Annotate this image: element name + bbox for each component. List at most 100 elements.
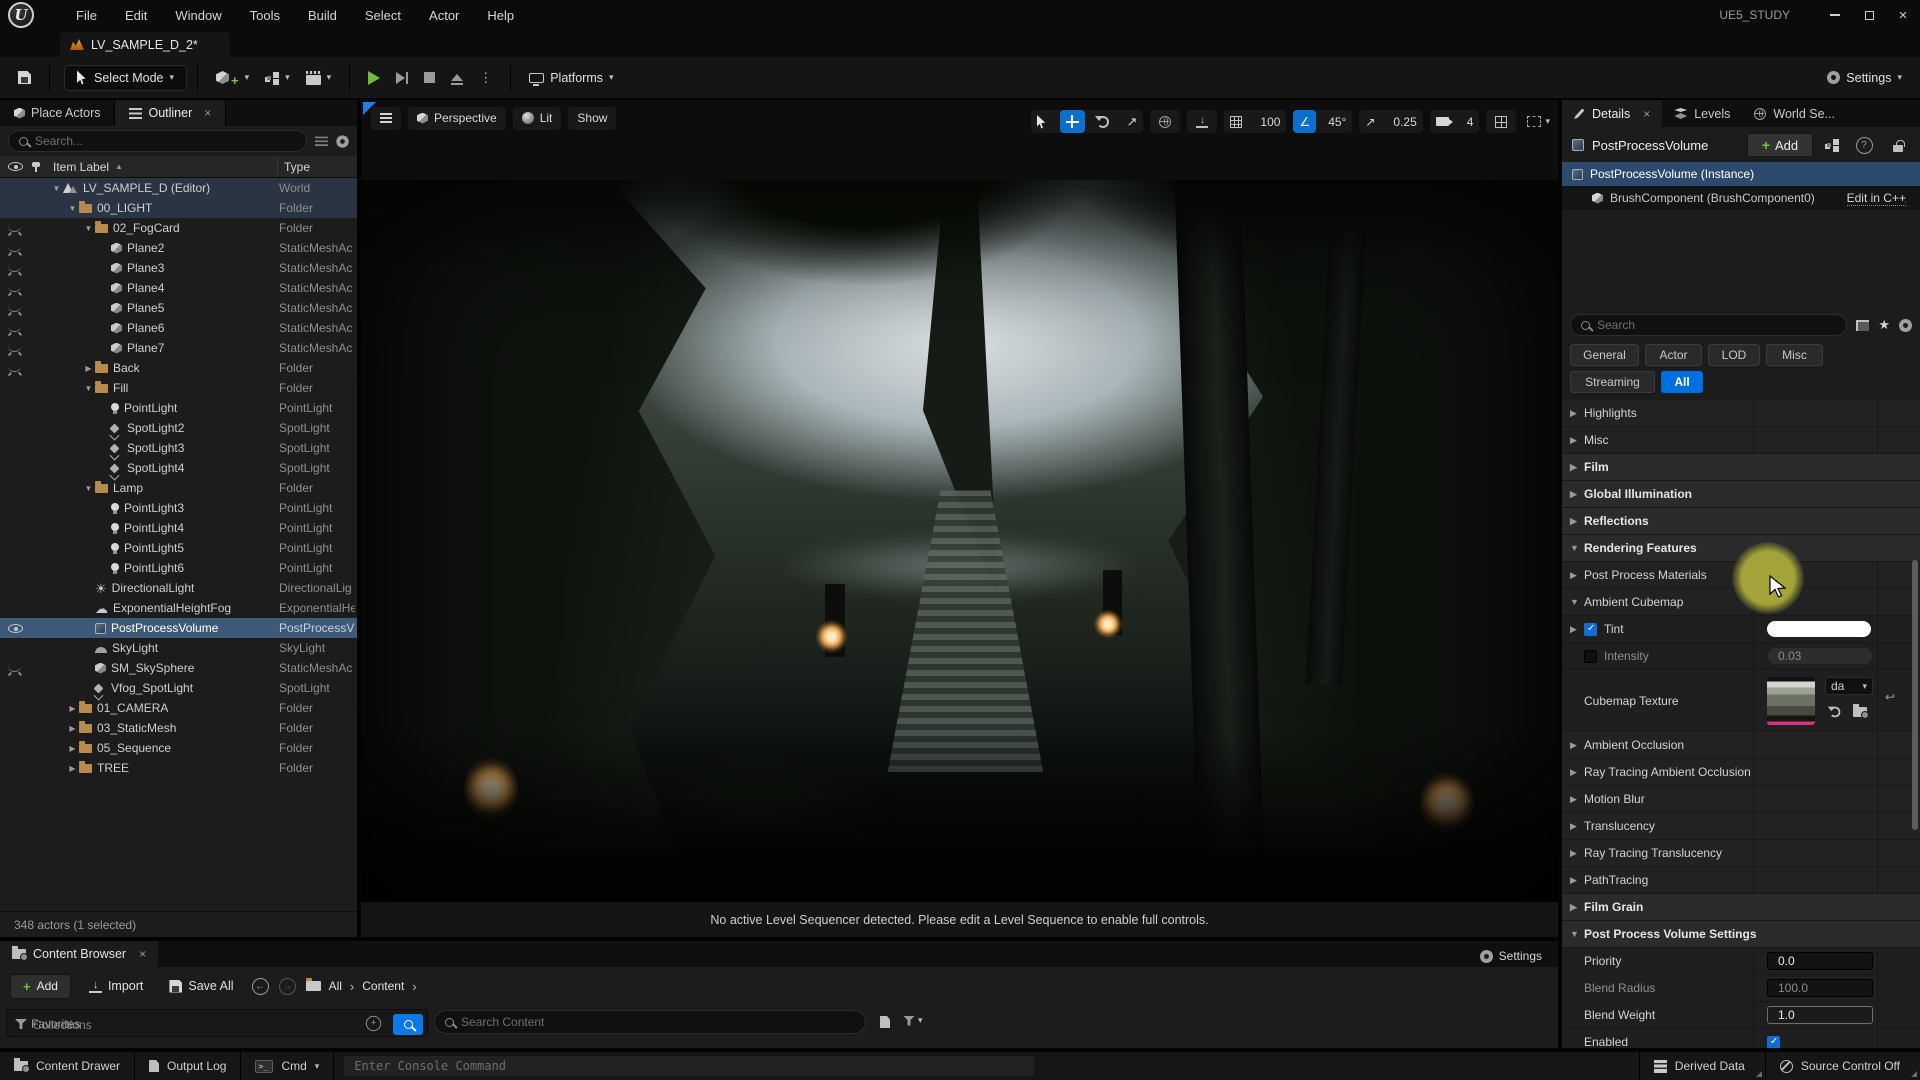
checkbox-checked[interactable] bbox=[1767, 1036, 1780, 1049]
outliner-row-pointlight5[interactable]: PointLight5PointLight bbox=[0, 538, 357, 558]
tab-place-actors[interactable]: Place Actors bbox=[0, 100, 115, 126]
outliner-row-spotlight3[interactable]: SpotLight3SpotLight bbox=[0, 438, 357, 458]
property-tint[interactable]: ▶Tint bbox=[1562, 616, 1920, 643]
section-reflections[interactable]: ▶Reflections bbox=[1562, 508, 1920, 535]
expander-icon[interactable]: ▼ bbox=[82, 484, 95, 493]
viewport-scene[interactable] bbox=[361, 180, 1558, 902]
menu-select[interactable]: Select bbox=[353, 4, 413, 27]
cb-add-button[interactable]: + Add bbox=[10, 974, 71, 999]
visibility-eye-closed-icon[interactable] bbox=[8, 305, 30, 312]
expander-icon[interactable]: ▶ bbox=[66, 744, 79, 753]
expander-icon[interactable]: ▶ bbox=[1570, 875, 1584, 886]
favorites-icon[interactable]: ★ bbox=[1878, 317, 1890, 333]
outliner-row-back[interactable]: ▶BackFolder bbox=[0, 358, 357, 378]
edit-in-cpp-link[interactable]: Edit in C++ bbox=[1847, 191, 1906, 206]
camera-speed-value[interactable]: 4 bbox=[1461, 110, 1480, 133]
lock-button[interactable] bbox=[1886, 135, 1910, 155]
cubemap-asset-dropdown[interactable]: da▾ bbox=[1825, 677, 1873, 695]
outliner-row-plane7[interactable]: Plane7StaticMeshAc bbox=[0, 338, 357, 358]
value-blend-weight[interactable]: 1.0 bbox=[1767, 1006, 1873, 1024]
outliner-row-plane4[interactable]: Plane4StaticMeshAc bbox=[0, 278, 357, 298]
expander-icon[interactable]: ▼ bbox=[82, 384, 95, 393]
value-priority[interactable]: 0.0 bbox=[1767, 952, 1873, 970]
details-search-input[interactable] bbox=[1597, 318, 1836, 332]
tab-world-settings[interactable]: World Se... bbox=[1742, 100, 1847, 127]
section-translucency[interactable]: ▶Translucency bbox=[1562, 813, 1920, 840]
sources-search-button[interactable] bbox=[393, 1014, 423, 1035]
checkbox-checked[interactable] bbox=[1584, 623, 1597, 636]
outliner-row-03-staticmesh[interactable]: ▶03_StaticMeshFolder bbox=[0, 718, 357, 738]
use-selected-asset-button[interactable] bbox=[1825, 703, 1845, 721]
play-button[interactable] bbox=[360, 66, 388, 90]
visibility-eye-icon[interactable] bbox=[8, 624, 30, 633]
close-icon[interactable]: × bbox=[1643, 107, 1650, 121]
outliner-row-sm-skysphere[interactable]: SM_SkySphereStaticMeshAc bbox=[0, 658, 357, 678]
outliner-search-box[interactable] bbox=[8, 130, 307, 152]
outliner-row-pointlight4[interactable]: PointLight4PointLight bbox=[0, 518, 357, 538]
outliner-filter-icon[interactable] bbox=[315, 136, 328, 147]
outliner-row-pointlight3[interactable]: PointLight3PointLight bbox=[0, 498, 357, 518]
section-film-grain[interactable]: ▶Film Grain bbox=[1562, 894, 1920, 921]
value-blend-radius[interactable]: 100.0 bbox=[1767, 979, 1873, 997]
outliner-row-directionallight[interactable]: ☀DirectionalLightDirectionalLig bbox=[0, 578, 357, 598]
expander-icon[interactable]: ▶ bbox=[1570, 570, 1584, 581]
select-mode-dropdown[interactable]: Select Mode ▾ bbox=[64, 65, 187, 91]
cinematics-button[interactable]: ▾ bbox=[298, 66, 340, 90]
save-all-button[interactable]: Save All bbox=[161, 974, 241, 998]
viewport-layout-button[interactable] bbox=[1486, 110, 1516, 133]
item-label-column[interactable]: Item Label bbox=[53, 160, 109, 174]
content-search-input[interactable] bbox=[461, 1015, 855, 1029]
outliner-row-exponentialheightfog[interactable]: ☁ExponentialHeightFogExponentialHe bbox=[0, 598, 357, 618]
help-button[interactable]: ? bbox=[1852, 135, 1876, 155]
outliner-row-lamp[interactable]: ▼LampFolder bbox=[0, 478, 357, 498]
close-icon[interactable]: × bbox=[139, 947, 146, 961]
outliner-row-plane6[interactable]: Plane6StaticMeshAc bbox=[0, 318, 357, 338]
section-motion-blur[interactable]: ▶Motion Blur bbox=[1562, 786, 1920, 813]
visibility-eye-closed-icon[interactable] bbox=[8, 365, 30, 372]
expander-icon[interactable]: ▶ bbox=[1570, 848, 1584, 859]
expander-icon[interactable]: ▼ bbox=[1570, 543, 1584, 553]
skip-button[interactable] bbox=[388, 67, 416, 89]
tab-levels[interactable]: Levels bbox=[1662, 100, 1742, 127]
rotation-snap-value[interactable]: 45° bbox=[1322, 110, 1352, 133]
convert-to-blueprint-button[interactable] bbox=[1820, 135, 1844, 155]
outliner-row-01-camera[interactable]: ▶01_CAMERAFolder bbox=[0, 698, 357, 718]
expander-icon[interactable]: ▼ bbox=[1570, 597, 1584, 607]
section-ray-tracing-translucency[interactable]: ▶Ray Tracing Translucency bbox=[1562, 840, 1920, 867]
property-intensity[interactable]: Intensity0.03 bbox=[1562, 643, 1920, 670]
filter-chip-actor[interactable]: Actor bbox=[1645, 344, 1702, 366]
property-blend-radius[interactable]: Blend Radius100.0 bbox=[1562, 975, 1920, 1002]
section-pathtracing[interactable]: ▶PathTracing bbox=[1562, 867, 1920, 894]
forward-button[interactable]: → bbox=[279, 978, 296, 995]
expander-icon[interactable]: ▶ bbox=[66, 764, 79, 773]
visibility-eye-closed-icon[interactable] bbox=[8, 265, 30, 272]
unreal-logo-icon[interactable]: U bbox=[8, 2, 34, 28]
close-button[interactable]: × bbox=[1886, 0, 1920, 30]
outliner-row-plane5[interactable]: Plane5StaticMeshAc bbox=[0, 298, 357, 318]
outliner-row-skylight[interactable]: SkyLightSkyLight bbox=[0, 638, 357, 658]
select-tool-button[interactable] bbox=[1031, 110, 1054, 133]
details-settings-icon[interactable] bbox=[1899, 319, 1912, 332]
expander-icon[interactable]: ▼ bbox=[50, 184, 63, 193]
save-button[interactable] bbox=[10, 66, 39, 89]
blueprints-button[interactable]: ▾ bbox=[257, 67, 298, 89]
expander-icon[interactable]: ▶ bbox=[1570, 821, 1584, 832]
visibility-eye-closed-icon[interactable] bbox=[8, 285, 30, 292]
rotation-snap-button[interactable]: ∠ bbox=[1293, 110, 1316, 133]
outliner-search-input[interactable] bbox=[35, 134, 296, 148]
section-ambient-occlusion[interactable]: ▶Ambient Occlusion bbox=[1562, 732, 1920, 759]
outliner-row-00-light[interactable]: ▼00_LIGHTFolder bbox=[0, 198, 357, 218]
sort-asc-icon[interactable]: ▲ bbox=[115, 162, 123, 171]
tab-outliner[interactable]: Outliner × bbox=[115, 100, 226, 126]
viewport-options-button[interactable] bbox=[371, 107, 401, 130]
add-actor-button[interactable]: +▾ bbox=[208, 62, 257, 93]
expander-icon[interactable]: ▶ bbox=[1570, 408, 1584, 419]
breadcrumb-content[interactable]: Content bbox=[362, 979, 404, 993]
expander-icon[interactable]: ▶ bbox=[1570, 489, 1584, 500]
outliner-settings-icon[interactable] bbox=[336, 135, 348, 147]
expander-icon[interactable]: ▼ bbox=[82, 224, 95, 233]
outliner-row-tree[interactable]: ▶TREEFolder bbox=[0, 758, 357, 778]
expander-icon[interactable]: ▶ bbox=[1570, 767, 1584, 778]
level-tab[interactable]: LV_SAMPLE_D_2* bbox=[60, 32, 230, 57]
menu-edit[interactable]: Edit bbox=[113, 4, 159, 27]
